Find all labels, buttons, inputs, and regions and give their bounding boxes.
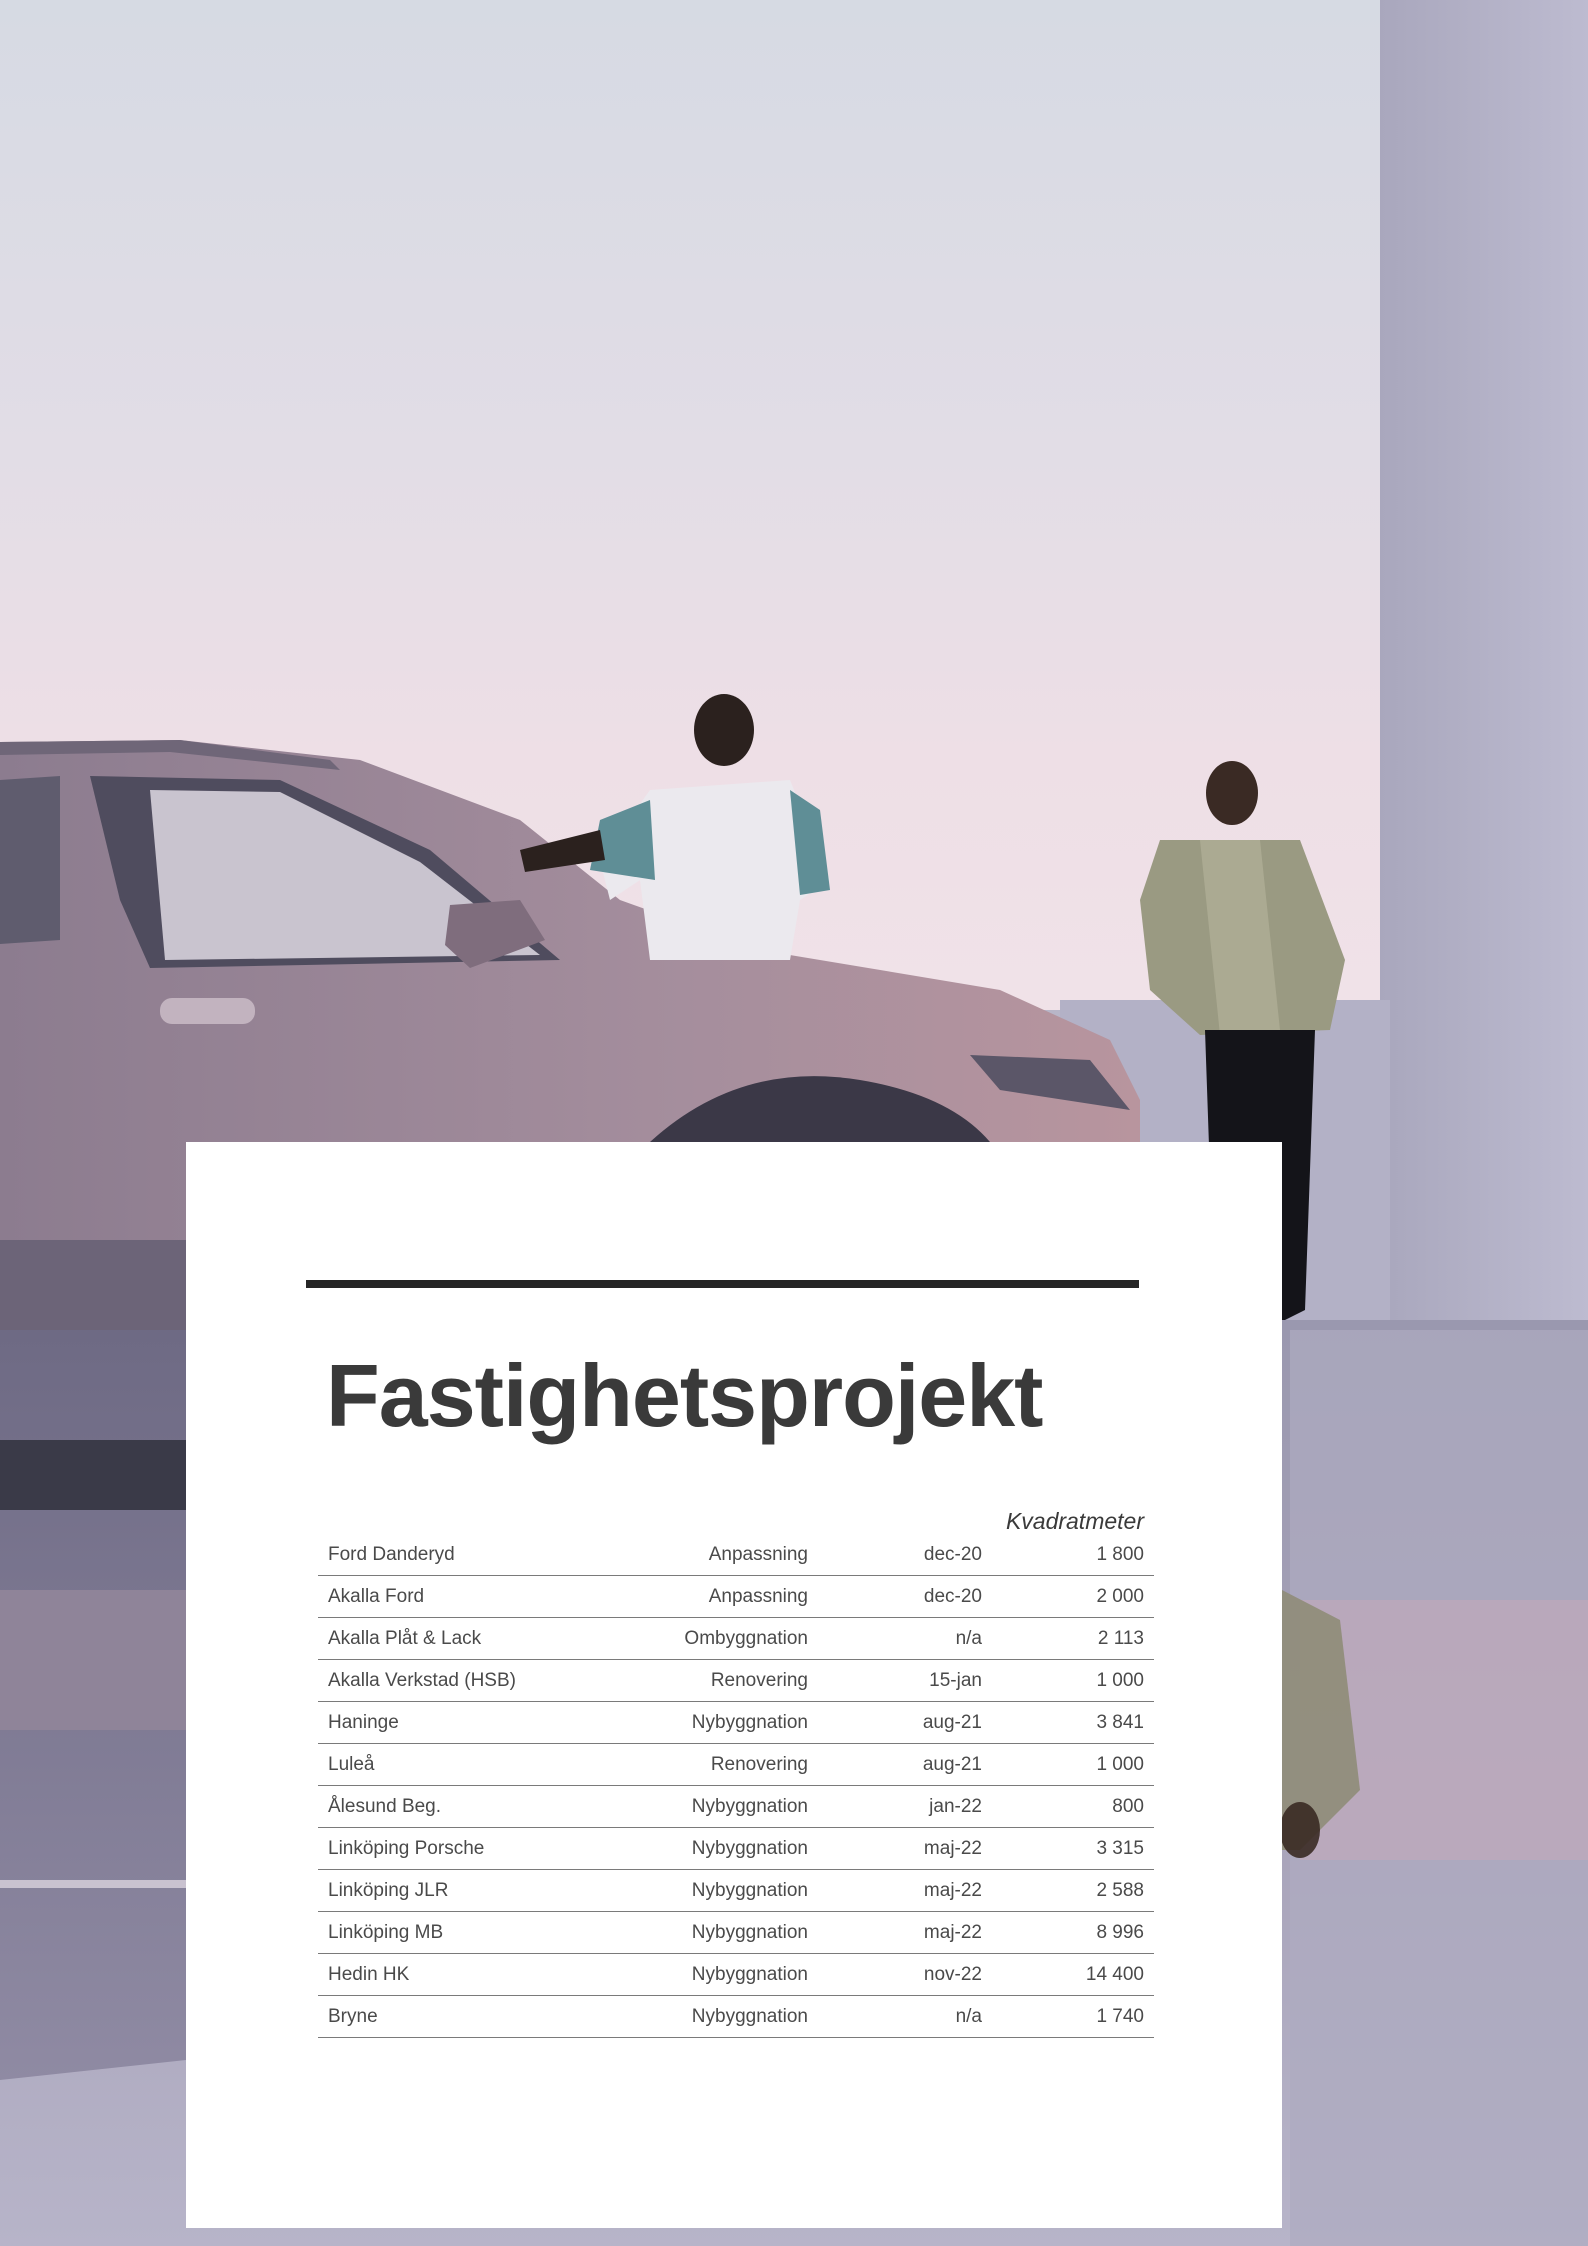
project-sqm: 3 841 xyxy=(992,1701,1154,1744)
project-date: jan-22 xyxy=(818,1785,992,1828)
table-row: Haninge Nybyggnation aug-21 3 841 xyxy=(318,1701,1154,1744)
table-row: Luleå Renovering aug-21 1 000 xyxy=(318,1743,1154,1786)
project-card: Fastighetsprojekt Kvadratmeter Ford Dand… xyxy=(186,1142,1282,2228)
project-type: Nybyggnation xyxy=(628,1911,818,1954)
project-date: maj-22 xyxy=(818,1911,992,1954)
project-sqm: 1 000 xyxy=(992,1743,1154,1786)
project-name: Akalla Verkstad (HSB) xyxy=(318,1659,628,1702)
table-row: Linköping MB Nybyggnation maj-22 8 996 xyxy=(318,1911,1154,1954)
project-name: Akalla Ford xyxy=(318,1575,628,1618)
project-sqm: 1 000 xyxy=(992,1659,1154,1702)
project-sqm: 2 113 xyxy=(992,1617,1154,1660)
project-type: Renovering xyxy=(628,1659,818,1702)
project-date: n/a xyxy=(818,1995,992,2038)
project-table: Ford Danderyd Anpassning dec-20 1 800 Ak… xyxy=(318,1535,1154,2038)
project-name: Haninge xyxy=(318,1701,628,1744)
page-title: Fastighetsprojekt xyxy=(326,1346,1043,1445)
project-type: Nybyggnation xyxy=(628,1827,818,1870)
title-rule xyxy=(306,1280,1139,1288)
sqm-column-header: Kvadratmeter xyxy=(1005,1508,1144,1534)
project-type: Nybyggnation xyxy=(628,1785,818,1828)
project-sqm: 8 996 xyxy=(992,1911,1154,1954)
table-row: Bryne Nybyggnation n/a 1 740 xyxy=(318,1995,1154,2038)
table-row: Akalla Plåt & Lack Ombyggnation n/a 2 11… xyxy=(318,1617,1154,1660)
project-type: Ombyggnation xyxy=(628,1617,818,1660)
table-row: Linköping Porsche Nybyggnation maj-22 3 … xyxy=(318,1827,1154,1870)
project-sqm: 2 588 xyxy=(992,1869,1154,1912)
project-date: maj-22 xyxy=(818,1827,992,1870)
project-sqm: 14 400 xyxy=(992,1953,1154,1996)
project-type: Nybyggnation xyxy=(628,1995,818,2038)
project-sqm: 800 xyxy=(992,1785,1154,1828)
project-type: Nybyggnation xyxy=(628,1869,818,1912)
project-sqm: 2 000 xyxy=(992,1575,1154,1618)
project-name: Bryne xyxy=(318,1995,628,2038)
table-row: Akalla Ford Anpassning dec-20 2 000 xyxy=(318,1575,1154,1618)
table-row: Hedin HK Nybyggnation nov-22 14 400 xyxy=(318,1953,1154,1996)
project-date: n/a xyxy=(818,1617,992,1660)
table-row: Linköping JLR Nybyggnation maj-22 2 588 xyxy=(318,1869,1154,1912)
project-date: maj-22 xyxy=(818,1869,992,1912)
project-name: Luleå xyxy=(318,1743,628,1786)
table-row: Ford Danderyd Anpassning dec-20 1 800 xyxy=(318,1535,1154,1576)
project-date: aug-21 xyxy=(818,1701,992,1744)
project-date: nov-22 xyxy=(818,1953,992,1996)
project-sqm: 3 315 xyxy=(992,1827,1154,1870)
project-date: dec-20 xyxy=(818,1575,992,1618)
project-name: Linköping MB xyxy=(318,1911,628,1954)
project-type: Renovering xyxy=(628,1743,818,1786)
project-type: Anpassning xyxy=(628,1575,818,1618)
table-row: Akalla Verkstad (HSB) Renovering 15-jan … xyxy=(318,1659,1154,1702)
project-name: Akalla Plåt & Lack xyxy=(318,1617,628,1660)
project-date: dec-20 xyxy=(818,1535,992,1576)
project-sqm: 1 740 xyxy=(992,1995,1154,2038)
project-date: 15-jan xyxy=(818,1659,992,1702)
project-name: Ålesund Beg. xyxy=(318,1785,628,1828)
project-sqm: 1 800 xyxy=(992,1535,1154,1576)
project-name: Ford Danderyd xyxy=(318,1535,628,1576)
project-type: Nybyggnation xyxy=(628,1701,818,1744)
project-type: Anpassning xyxy=(628,1535,818,1576)
project-type: Nybyggnation xyxy=(628,1953,818,1996)
project-name: Linköping Porsche xyxy=(318,1827,628,1870)
table-row: Ålesund Beg. Nybyggnation jan-22 800 xyxy=(318,1785,1154,1828)
project-date: aug-21 xyxy=(818,1743,992,1786)
project-name: Linköping JLR xyxy=(318,1869,628,1912)
project-name: Hedin HK xyxy=(318,1953,628,1996)
